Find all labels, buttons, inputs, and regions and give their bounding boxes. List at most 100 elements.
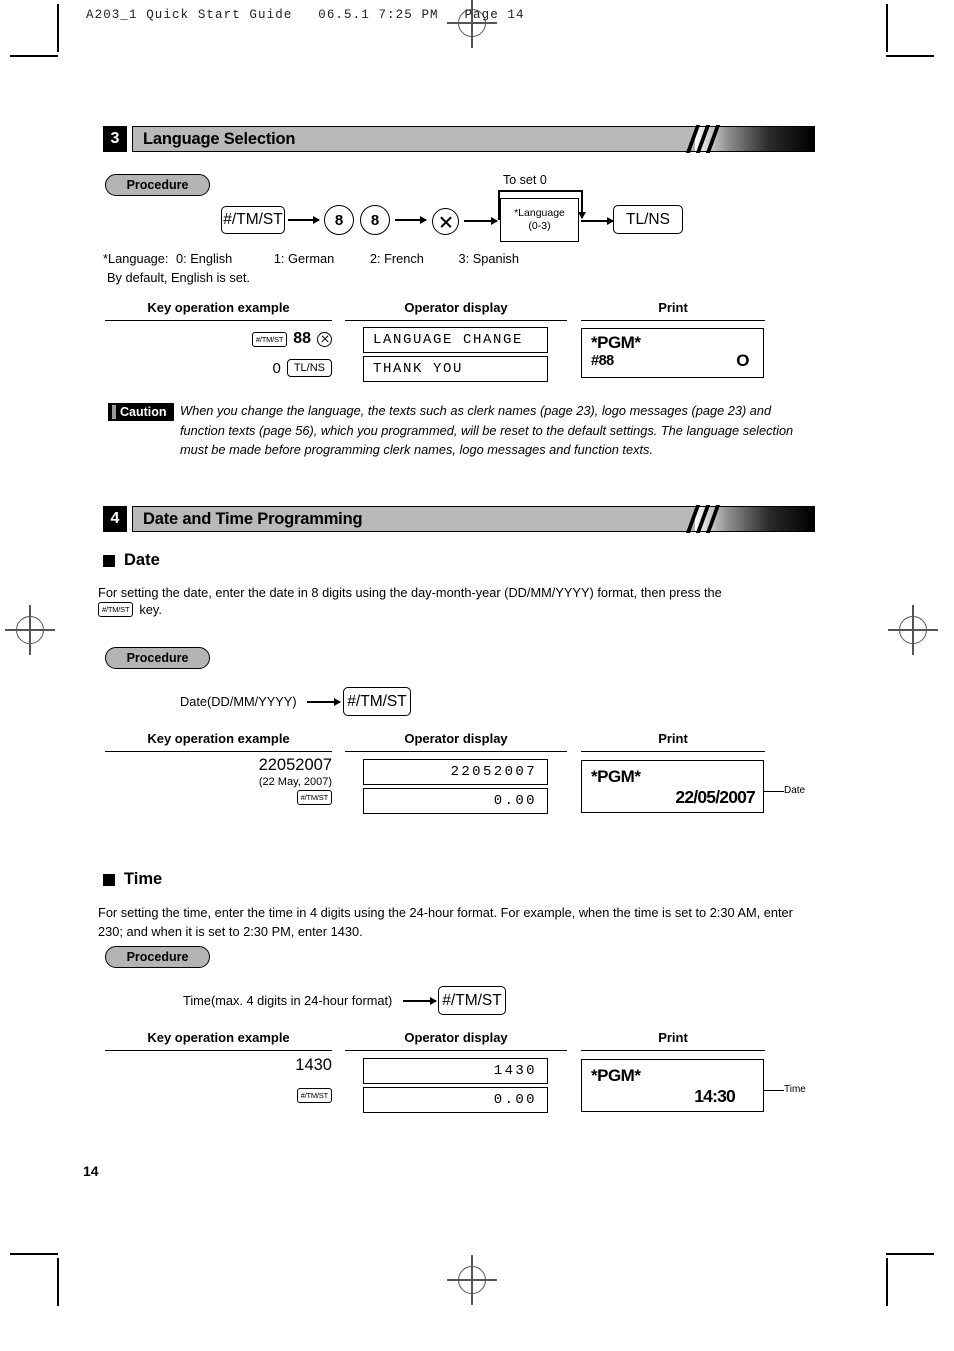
col-rule-3b (345, 1050, 567, 1052)
decorative-slashes-icon (685, 505, 723, 533)
col-rule-3c (581, 1050, 765, 1052)
flow-key-tm-st: #/TM/ST (221, 206, 285, 234)
subheading-date: Date (103, 551, 160, 570)
printer-slug: A203_1 Quick Start Guide 06.5.1 7:25 PM … (86, 8, 525, 22)
flow-to-set-label: To set 0 (503, 173, 547, 187)
print-pgm-date-value: 22/05/2007 (675, 787, 755, 807)
caution-badge: Caution (108, 403, 174, 421)
date-keyop-value: 22052007 (258, 756, 332, 774)
section-title: Language Selection (143, 129, 296, 148)
operator-display-thank-you: THANK YOU (363, 356, 548, 382)
subheading-time-label: Time (124, 870, 163, 888)
date-description-tail: key. (139, 602, 162, 617)
date-description-key: #/TM/ST (98, 602, 134, 617)
col-header-print-2: Print (658, 731, 688, 746)
print-pgm-title-3: *PGM* (591, 1066, 641, 1085)
flow-digit-8-second: 8 (360, 205, 390, 235)
subheading-time: Time (103, 870, 162, 889)
date-callout-label: Date (784, 785, 806, 796)
bullet-square-icon (103, 873, 115, 886)
col-header-operator-display-1: Operator display (404, 300, 508, 315)
col-rule-1c (581, 320, 765, 322)
col-rule-2a (105, 751, 332, 753)
language-footnote-label: *Language: (103, 251, 169, 266)
print-receipt-language: *PGM* #88 O (581, 328, 764, 378)
time-description: For setting the time, enter the time in … (98, 905, 793, 939)
language-footnote-row: *Language: 0: English 1: German 2: Frenc… (103, 249, 703, 268)
operator-display-language-change: LANGUAGE CHANGE (363, 327, 548, 353)
flow-arrow-4 (581, 220, 613, 222)
col-rule-2c (581, 751, 765, 753)
col-header-key-operation-3: Key operation example (147, 1030, 290, 1045)
procedure-pill-language: Procedure (105, 174, 210, 196)
date-flow-arrow (307, 701, 340, 703)
col-header-operator-display-3: Operator display (404, 1030, 508, 1045)
multiply-key-icon (432, 208, 459, 235)
date-description: For setting the date, enter the date in … (98, 585, 722, 600)
date-keyop-key: #/TM/ST (296, 790, 332, 805)
crop-mark-bottom-right-horizontal (886, 1253, 934, 1255)
language-option-3: 3: Spanish (458, 251, 519, 266)
flow-digit-8-first: 8 (324, 205, 354, 235)
procedure-pill-time: Procedure (105, 946, 210, 968)
print-pgm-sub-1: #88 (591, 353, 614, 369)
procedure-pill-date: Procedure (105, 647, 210, 669)
date-flow-key: #/TM/ST (343, 687, 411, 716)
crop-mark-bottom-left-horizontal (10, 1253, 58, 1255)
keyop-row-2: 0 TL/NS (105, 359, 332, 377)
flow-language-param-box: *Language (0-3) (500, 198, 579, 242)
print-receipt-date: *PGM* 22/05/2007 (581, 760, 764, 813)
keyop-row-1: #/TM/ST 88 (105, 330, 332, 348)
date-callout-line (764, 791, 784, 793)
language-option-2: 2: French (369, 251, 424, 266)
caution-bar-icon (112, 405, 116, 419)
bypass-arrow-down (581, 190, 583, 218)
keyop-value-0: 0 (272, 359, 281, 377)
crop-mark-top-right-vertical (886, 4, 888, 52)
col-header-operator-display-2: Operator display (404, 731, 508, 746)
col-rule-1a (105, 320, 332, 322)
time-flow-key: #/TM/ST (438, 986, 506, 1015)
date-description-key-row: #/TM/ST key. (98, 602, 162, 617)
section-header-language-selection: 3 Language Selection (103, 125, 815, 153)
manual-page: A203_1 Quick Start Guide 06.5.1 7:25 PM … (0, 0, 954, 1351)
print-pgm-value-1: O (736, 351, 749, 370)
decorative-slashes-icon (685, 125, 723, 153)
print-receipt-time: *PGM* 14:30 (581, 1059, 764, 1112)
crop-mark-top-right-horizontal (886, 55, 934, 57)
col-header-key-operation-2: Key operation example (147, 731, 290, 746)
operator-display-date-entered: 22052007 (363, 759, 548, 785)
time-callout-label: Time (784, 1084, 806, 1095)
date-keyop-note: (22 May, 2007) (258, 776, 332, 788)
date-keyop-key-row: #/TM/ST (105, 790, 332, 805)
section-number: 3 (103, 126, 127, 152)
col-header-key-operation-1: Key operation example (147, 300, 290, 315)
print-pgm-time-value: 14:30 (694, 1086, 736, 1106)
flow-language-param-line1: *Language (514, 207, 565, 219)
bypass-line-vertical-left (498, 190, 500, 220)
time-keyop-value: 1430 (295, 1056, 332, 1074)
operator-display-date-zero: 0.00 (363, 788, 548, 814)
language-option-1: 1: German (273, 251, 335, 266)
flow-arrow-3 (464, 220, 497, 222)
keyop-key-tm-st-1: #/TM/ST (251, 331, 288, 347)
col-header-print-1: Print (658, 300, 688, 315)
print-pgm-title-1: *PGM* (591, 333, 641, 352)
time-callout-line (764, 1090, 784, 1092)
bullet-square-icon (103, 554, 115, 567)
section-header-date-time: 4 Date and Time Programming (103, 505, 815, 533)
col-header-print-3: Print (658, 1030, 688, 1045)
flow-language-param-line2: (0-3) (528, 220, 551, 232)
crop-mark-bottom-left-vertical (57, 1258, 59, 1306)
time-flow-arrow (403, 1000, 436, 1002)
time-keyop-key-row: #/TM/ST (105, 1088, 332, 1103)
section-title: Date and Time Programming (143, 509, 363, 528)
subheading-date-label: Date (124, 551, 160, 569)
crop-mark-top-left-horizontal (10, 55, 58, 57)
caution-text: When you change the language, the texts … (180, 403, 794, 457)
operator-display-time-zero: 0.00 (363, 1087, 548, 1113)
col-rule-1b (345, 320, 567, 322)
keyop-key-tl-ns: TL/NS (286, 359, 332, 377)
page-number: 14 (83, 1163, 99, 1179)
crop-mark-bottom-right-vertical (886, 1258, 888, 1306)
